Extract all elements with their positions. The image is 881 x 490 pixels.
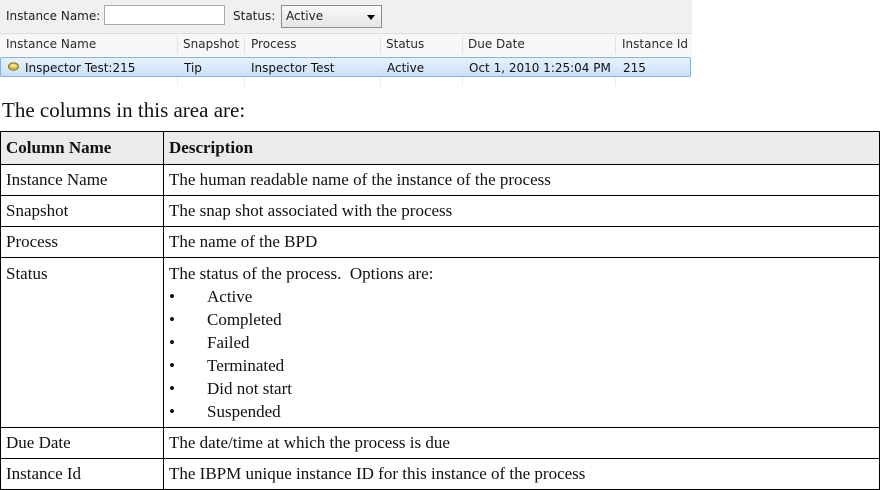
row-name: Instance Name — [0, 164, 164, 196]
row-name: Due Date — [0, 427, 164, 459]
intro-text: The columns in this area are: — [2, 98, 246, 122]
header-description: Description — [163, 131, 880, 165]
column-header-status[interactable]: Status — [386, 37, 424, 57]
cell-snapshot: Tip — [184, 61, 202, 75]
grid-header: Instance Name Snapshot Process Status Du… — [0, 34, 692, 56]
column-header-process[interactable]: Process — [251, 37, 297, 57]
grid-empty-area — [0, 77, 692, 86]
row-description: The date/time at which the process is du… — [163, 427, 880, 459]
row-description: The snap shot associated with the proces… — [163, 195, 880, 227]
column-divider — [615, 77, 616, 86]
table-row[interactable]: Inspector Test:215 Tip Inspector Test Ac… — [0, 57, 691, 77]
row-name: Status — [0, 257, 164, 428]
status-label: Status: — [233, 9, 276, 23]
list-item: • Active — [169, 287, 253, 306]
list-item: • Did not start — [169, 379, 292, 398]
column-header-due-date[interactable]: Due Date — [468, 37, 525, 57]
row-description: The IBPM unique instance ID for this ins… — [163, 458, 880, 490]
list-item: • Failed — [169, 333, 250, 352]
status-dropdown-value: Active — [286, 9, 324, 23]
list-item: • Suspended — [169, 402, 281, 421]
row-description-cell: The status of the process. Options are: … — [163, 257, 880, 428]
cell-instance-id: 215 — [623, 61, 646, 75]
column-divider[interactable] — [177, 36, 178, 54]
column-header-instance-name[interactable]: Instance Name — [6, 37, 96, 57]
column-divider[interactable] — [462, 36, 463, 54]
column-divider — [177, 77, 178, 86]
row-name: Snapshot — [0, 195, 164, 227]
column-header-instance-id[interactable]: Instance Id — [622, 37, 688, 57]
cell-due-date: Oct 1, 2010 1:25:04 PM — [469, 61, 611, 75]
table-row: Process The name of the BPD — [0, 226, 880, 258]
chevron-down-icon — [367, 15, 375, 20]
column-divider[interactable] — [244, 36, 245, 54]
cell-process: Inspector Test — [251, 61, 335, 75]
instance-name-input[interactable] — [104, 5, 225, 25]
column-divider — [462, 77, 463, 86]
column-header-snapshot[interactable]: Snapshot — [183, 37, 239, 57]
list-item: • Terminated — [169, 356, 285, 375]
header-column-name: Column Name — [0, 131, 164, 165]
list-item: • Completed — [169, 310, 282, 329]
instance-name-label: Instance Name: — [6, 9, 101, 23]
row-description: The name of the BPD — [163, 226, 880, 258]
row-name: Process — [0, 226, 164, 258]
table-row: Due Date The date/time at which the proc… — [0, 427, 880, 459]
table-row: Status The status of the process. Option… — [0, 257, 880, 428]
column-description-table: Column Name Description Instance Name Th… — [0, 131, 880, 490]
process-inspector-panel: Instance Name: Status: Active Instance N… — [0, 0, 692, 86]
row-description: The human readable name of the instance … — [163, 164, 880, 196]
column-divider — [244, 77, 245, 86]
status-dropdown[interactable]: Active — [281, 5, 382, 28]
filter-bar: Instance Name: Status: Active — [0, 0, 692, 34]
table-row: Instance Id The IBPM unique instance ID … — [0, 458, 880, 490]
table-row: Snapshot The snap shot associated with t… — [0, 195, 880, 227]
process-instance-icon — [8, 62, 19, 71]
column-divider[interactable] — [380, 36, 381, 54]
cell-instance-name: Inspector Test:215 — [25, 61, 136, 75]
row-name: Instance Id — [0, 458, 164, 490]
table-row: Instance Name The human readable name of… — [0, 164, 880, 196]
cell-status: Active — [387, 61, 425, 75]
column-divider[interactable] — [615, 36, 616, 54]
column-divider — [380, 77, 381, 86]
table-header-row: Column Name Description — [0, 131, 880, 165]
status-options-list: • Active • Completed • Failed • Terminated •… — [169, 285, 874, 423]
row-description: The status of the process. Options are: — [169, 264, 434, 283]
